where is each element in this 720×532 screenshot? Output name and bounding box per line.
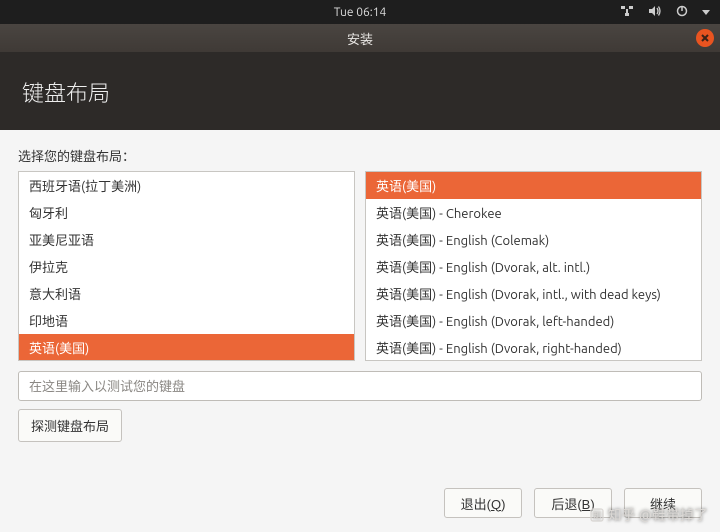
list-item[interactable]: 西班牙语(拉丁美洲) bbox=[19, 172, 354, 199]
list-item[interactable]: 英语(美国) - English (Dvorak, right-handed) bbox=[366, 334, 701, 361]
list-item[interactable]: 匈牙利 bbox=[19, 199, 354, 226]
list-item[interactable]: 英语(美国) bbox=[19, 334, 354, 361]
list-item[interactable]: 意大利语 bbox=[19, 280, 354, 307]
test-keyboard-input[interactable] bbox=[18, 371, 702, 401]
detect-layout-button[interactable]: 探测键盘布局 bbox=[18, 409, 122, 442]
prompt-label: 选择您的键盘布局： bbox=[18, 146, 702, 165]
list-item[interactable]: 亚美尼亚语 bbox=[19, 226, 354, 253]
layout-language-listbox[interactable]: 西班牙语(拉丁美洲)匈牙利亚美尼亚语伊拉克意大利语印地语英语(美国)英语(南非) bbox=[18, 171, 355, 361]
watermark: 知 知乎 @鞋带掉了 bbox=[590, 505, 708, 525]
page-header: 键盘布局 bbox=[0, 52, 720, 130]
list-item[interactable]: 英语(美国) - English (Dvorak, left-handed) bbox=[366, 307, 701, 334]
layout-list-row: 西班牙语(拉丁美洲)匈牙利亚美尼亚语伊拉克意大利语印地语英语(美国)英语(南非)… bbox=[18, 171, 702, 361]
list-item[interactable]: 英语(美国) - English (Dvorak, alt. intl.) bbox=[366, 253, 701, 280]
volume-icon[interactable] bbox=[648, 5, 662, 20]
test-keyboard-row bbox=[18, 371, 702, 401]
page-title: 键盘布局 bbox=[22, 76, 698, 108]
zhihu-icon: 知 bbox=[590, 508, 604, 522]
window-titlebar: 安装 bbox=[0, 24, 720, 52]
detect-row: 探测键盘布局 bbox=[18, 409, 702, 442]
window-title: 安装 bbox=[347, 29, 373, 48]
layout-variant-listbox[interactable]: 英语(美国)英语(美国) - Cherokee英语(美国) - English … bbox=[365, 171, 702, 361]
list-item[interactable]: 伊拉克 bbox=[19, 253, 354, 280]
list-item[interactable]: 英语(美国) - Cherokee bbox=[366, 199, 701, 226]
chevron-down-icon[interactable] bbox=[702, 6, 710, 19]
svg-text:知: 知 bbox=[592, 510, 601, 521]
clock: Tue 06:14 bbox=[334, 6, 387, 19]
list-item[interactable]: 英语(美国) bbox=[366, 172, 701, 199]
list-item[interactable]: 印地语 bbox=[19, 307, 354, 334]
system-indicators bbox=[620, 5, 710, 20]
main-content: 选择您的键盘布局： 西班牙语(拉丁美洲)匈牙利亚美尼亚语伊拉克意大利语印地语英语… bbox=[0, 130, 720, 532]
network-icon[interactable] bbox=[620, 5, 634, 20]
list-item[interactable]: 英语(美国) - English (Dvorak, intl., with de… bbox=[366, 280, 701, 307]
power-icon[interactable] bbox=[676, 5, 688, 20]
desktop-topbar: Tue 06:14 bbox=[0, 0, 720, 24]
close-button[interactable] bbox=[696, 29, 714, 47]
list-item[interactable]: 英语(美国) - English (Colemak) bbox=[366, 226, 701, 253]
quit-button[interactable]: 退出(Q) bbox=[444, 488, 522, 518]
